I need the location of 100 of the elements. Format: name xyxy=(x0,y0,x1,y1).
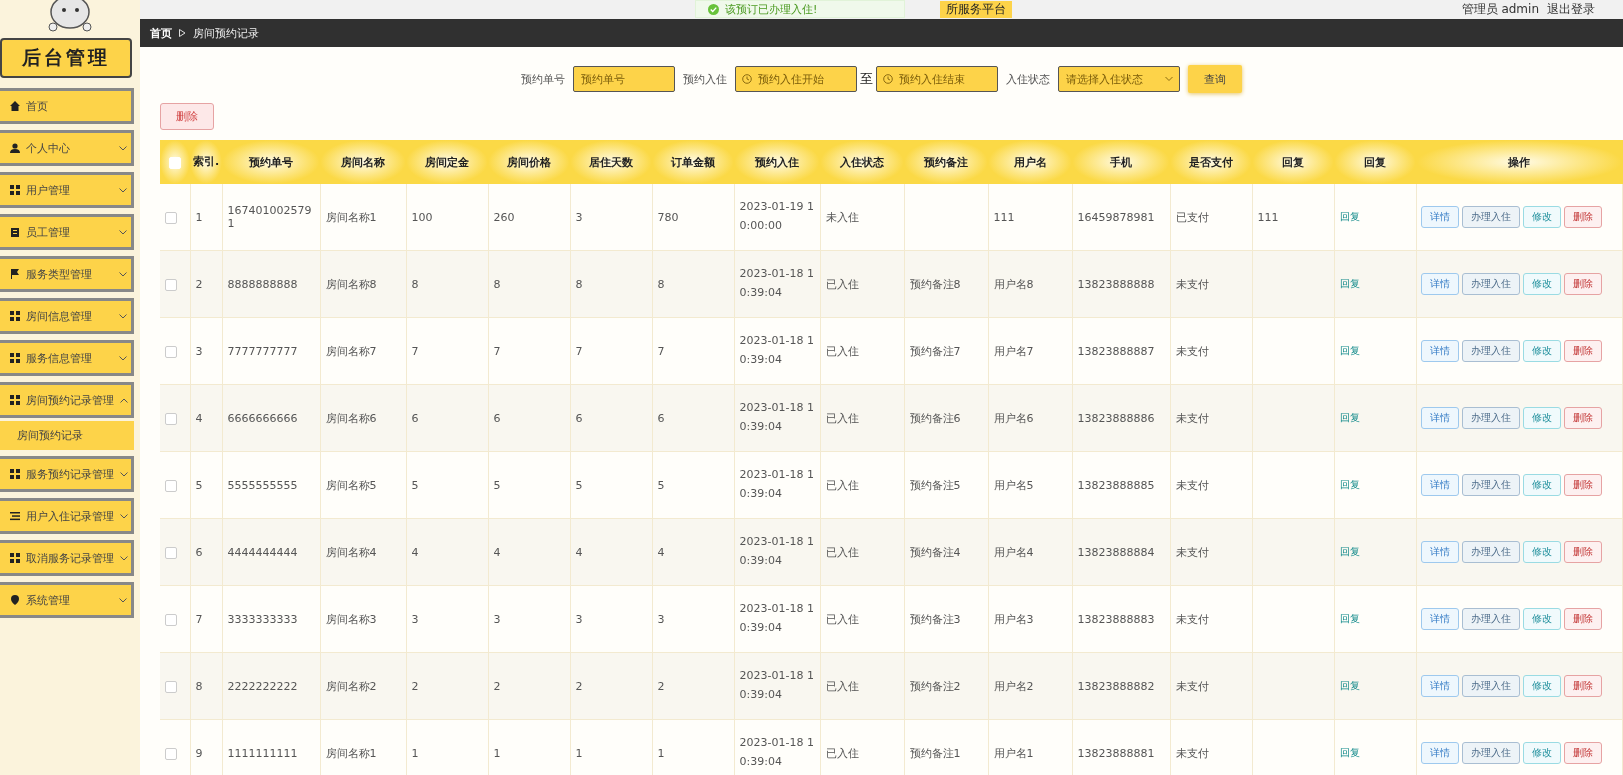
action-button[interactable]: 办理入住 xyxy=(1461,541,1520,563)
clock-icon xyxy=(742,74,752,84)
reply-link[interactable]: 回复 xyxy=(1339,747,1360,758)
action-button[interactable]: 修改 xyxy=(1522,273,1561,295)
reply-link[interactable]: 回复 xyxy=(1339,613,1360,624)
sidebar-item[interactable]: 房间信息管理 xyxy=(0,298,134,334)
action-button[interactable]: 详情 xyxy=(1420,474,1459,496)
row-checkbox[interactable] xyxy=(165,613,177,626)
action-button[interactable]: 办理入住 xyxy=(1461,675,1520,697)
action-button[interactable]: 删除 xyxy=(1563,742,1602,764)
reply-link[interactable]: 回复 xyxy=(1339,412,1360,423)
table-cell: 房间名称4 xyxy=(325,545,377,559)
action-button[interactable]: 详情 xyxy=(1420,340,1459,362)
reply-link[interactable]: 回复 xyxy=(1339,211,1360,222)
row-checkbox[interactable] xyxy=(165,211,177,224)
action-button[interactable]: 删除 xyxy=(1563,541,1602,563)
action-button[interactable]: 修改 xyxy=(1522,742,1561,764)
row-checkbox[interactable] xyxy=(165,479,177,492)
action-button[interactable]: 详情 xyxy=(1420,206,1459,228)
search-field[interactable]: 请选择入住状态 xyxy=(1058,66,1180,92)
search-button[interactable]: 查询 xyxy=(1188,65,1242,93)
sidebar-item[interactable]: 首页 xyxy=(0,88,134,124)
action-button[interactable]: 详情 xyxy=(1420,675,1459,697)
sidebar-item[interactable]: 系统管理 xyxy=(0,582,134,618)
search-field[interactable]: 预约单号 xyxy=(573,66,675,92)
table-cell: 房间名称3 xyxy=(325,612,377,626)
action-button[interactable]: 修改 xyxy=(1522,407,1561,429)
sidebar-item[interactable]: 员工管理 xyxy=(0,214,134,250)
action-button[interactable]: 办理入住 xyxy=(1461,608,1520,630)
table-cell: 预约备注4 xyxy=(909,545,961,559)
action-button[interactable]: 修改 xyxy=(1522,608,1561,630)
action-button[interactable]: 删除 xyxy=(1563,474,1602,496)
table-cell: 13823888881 xyxy=(1077,746,1155,760)
table-cell: 780 xyxy=(657,210,679,224)
sidebar-item[interactable]: 服务预约记录管理 xyxy=(0,456,134,492)
action-button[interactable]: 详情 xyxy=(1420,273,1459,295)
action-button[interactable]: 修改 xyxy=(1522,675,1561,697)
action-button[interactable]: 修改 xyxy=(1522,541,1561,563)
table-cell: 房间名称8 xyxy=(325,277,377,291)
table-cell: 房间名称5 xyxy=(325,478,377,492)
submenu-item[interactable]: 房间预约记录 xyxy=(0,421,134,450)
table-cell: 预约备注8 xyxy=(909,277,961,291)
search-field[interactable]: 预约入住结束 xyxy=(876,66,998,92)
logout-link[interactable]: 退出登录 xyxy=(1547,1,1595,18)
row-checkbox[interactable] xyxy=(165,747,177,760)
sidebar-item[interactable]: 取消服务记录管理 xyxy=(0,540,134,576)
table-cell: 3 xyxy=(575,612,583,626)
action-button[interactable]: 办理入住 xyxy=(1461,407,1520,429)
action-button[interactable]: 删除 xyxy=(1563,340,1602,362)
reply-link[interactable]: 回复 xyxy=(1339,680,1360,691)
delete-button[interactable]: 删除 xyxy=(160,103,214,130)
breadcrumb-item[interactable]: 首页 xyxy=(150,25,172,41)
reply-link[interactable]: 回复 xyxy=(1339,546,1360,557)
action-button[interactable]: 修改 xyxy=(1522,474,1561,496)
column-header: 居住天数 xyxy=(570,140,652,184)
breadcrumb-item[interactable]: 房间预约记录 xyxy=(193,25,259,41)
flag-icon xyxy=(10,269,20,279)
action-button[interactable]: 办理入住 xyxy=(1461,340,1520,362)
action-button[interactable]: 修改 xyxy=(1522,206,1561,228)
action-button[interactable]: 删除 xyxy=(1563,273,1602,295)
row-checkbox[interactable] xyxy=(165,345,177,358)
reply-link[interactable]: 回复 xyxy=(1339,345,1360,356)
row-checkbox[interactable] xyxy=(165,278,177,291)
grid-icon xyxy=(10,185,20,195)
sidebar-item[interactable]: 房间预约记录管理 xyxy=(0,382,134,418)
action-button[interactable]: 删除 xyxy=(1563,608,1602,630)
row-checkbox[interactable] xyxy=(165,680,177,693)
action-button[interactable]: 详情 xyxy=(1420,742,1459,764)
search-field[interactable]: 预约入住开始 xyxy=(735,66,857,92)
table-cell: 房间名称7 xyxy=(325,344,377,358)
table-cell: 已支付 xyxy=(1175,210,1209,224)
action-button[interactable]: 办理入住 xyxy=(1461,742,1520,764)
row-checkbox[interactable] xyxy=(165,412,177,425)
table-cell: 8 xyxy=(493,277,501,291)
action-button[interactable]: 详情 xyxy=(1420,541,1459,563)
table-cell: 未支付 xyxy=(1175,411,1209,425)
column-header: 索引. xyxy=(190,140,222,184)
sidebar-item[interactable]: 用户入住记录管理 xyxy=(0,498,134,534)
action-button[interactable]: 删除 xyxy=(1563,407,1602,429)
sidebar-item[interactable]: 服务信息管理 xyxy=(0,340,134,376)
table-cell: 1674010025791 xyxy=(227,204,312,230)
table-cell: 已入住 xyxy=(825,478,859,492)
action-button[interactable]: 修改 xyxy=(1522,340,1561,362)
table-cell: 13823888882 xyxy=(1077,679,1155,693)
sidebar-item[interactable]: 服务类型管理 xyxy=(0,256,134,292)
action-button[interactable]: 办理入住 xyxy=(1461,474,1520,496)
sidebar-item[interactable]: 用户管理 xyxy=(0,172,134,208)
action-button[interactable]: 删除 xyxy=(1563,206,1602,228)
action-button[interactable]: 详情 xyxy=(1420,407,1459,429)
column-header: 操作 xyxy=(1416,140,1623,184)
reply-link[interactable]: 回复 xyxy=(1339,278,1360,289)
row-checkbox[interactable] xyxy=(165,546,177,559)
action-button[interactable]: 删除 xyxy=(1563,675,1602,697)
reply-link[interactable]: 回复 xyxy=(1339,479,1360,490)
sidebar-item[interactable]: 个人中心 xyxy=(0,130,134,166)
action-button[interactable]: 办理入住 xyxy=(1461,206,1520,228)
action-button[interactable]: 详情 xyxy=(1420,608,1459,630)
select-all-checkbox[interactable] xyxy=(169,156,181,169)
list-icon xyxy=(10,511,20,521)
action-button[interactable]: 办理入住 xyxy=(1461,273,1520,295)
